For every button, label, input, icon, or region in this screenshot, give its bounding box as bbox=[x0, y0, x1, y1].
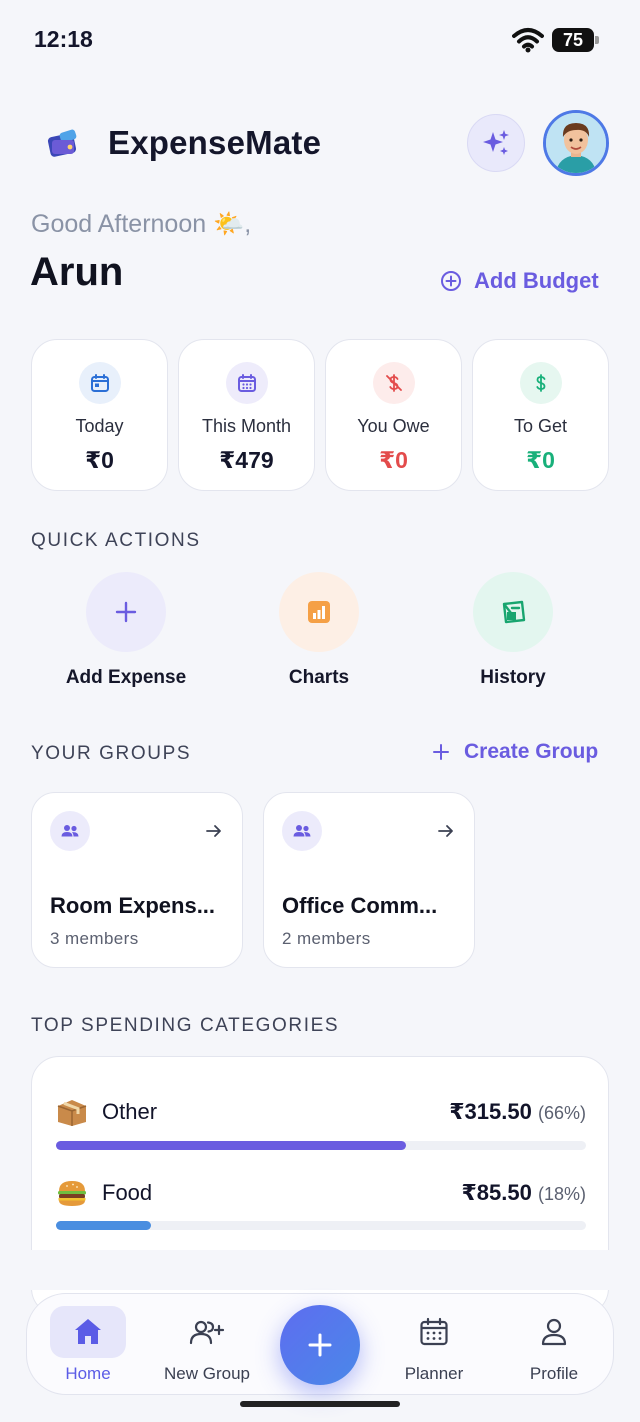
battery-indicator: 75 bbox=[552, 28, 599, 52]
quick-actions-title: QUICK ACTIONS bbox=[31, 530, 201, 551]
history-icon bbox=[502, 600, 526, 624]
nav-item-planner[interactable]: Planner bbox=[379, 1294, 489, 1394]
create-group-button[interactable]: Create Group bbox=[432, 740, 598, 764]
category-name: Food bbox=[102, 1180, 153, 1205]
home-indicator bbox=[240, 1401, 400, 1407]
stat-card-today[interactable]: Today ₹0 bbox=[31, 339, 168, 491]
plus-circle-icon bbox=[441, 271, 461, 291]
add-expense-button[interactable] bbox=[86, 572, 166, 652]
group-card-office[interactable]: Office Comm... 2 members bbox=[263, 792, 475, 968]
stat-label: Today bbox=[75, 416, 124, 436]
add-expense-label[interactable]: Add Expense bbox=[36, 667, 216, 689]
nav-label: Profile bbox=[529, 1364, 579, 1383]
scroll-fade bbox=[0, 1250, 640, 1290]
stat-card-to-get[interactable]: To Get ₹0 bbox=[472, 339, 609, 491]
app-title: ExpenseMate bbox=[108, 124, 322, 161]
dollar-strike-icon bbox=[372, 362, 415, 404]
stat-value: ₹0 bbox=[85, 447, 114, 473]
calendar-grid-icon bbox=[225, 362, 268, 404]
charts-button[interactable] bbox=[279, 572, 359, 652]
category-percent: (18%) bbox=[537, 1184, 586, 1204]
history-button[interactable] bbox=[473, 572, 553, 652]
wallet-logo-icon bbox=[47, 129, 77, 157]
home-icon bbox=[50, 1306, 126, 1358]
group-members-count: 2 members bbox=[282, 929, 371, 948]
chart-icon bbox=[308, 601, 330, 623]
user-avatar-image bbox=[546, 113, 606, 173]
burger-icon bbox=[56, 1178, 90, 1208]
stat-label: This Month bbox=[201, 416, 292, 436]
avatar[interactable] bbox=[543, 110, 609, 176]
add-budget-label: Add Budget bbox=[474, 268, 599, 293]
plus-icon bbox=[308, 1333, 332, 1357]
nav-label: Home bbox=[65, 1364, 111, 1383]
category-progress-fill bbox=[56, 1221, 152, 1230]
arrow-right-icon bbox=[206, 825, 221, 837]
stat-card-this-month[interactable]: This Month ₹479 bbox=[178, 339, 315, 491]
add-fab-button[interactable] bbox=[280, 1305, 360, 1385]
nav-item-home[interactable]: Home bbox=[33, 1294, 143, 1394]
category-progress-fill bbox=[56, 1141, 406, 1150]
category-amount: ₹315.50 (66%) bbox=[449, 1099, 586, 1125]
plus-icon bbox=[115, 601, 137, 623]
charts-label[interactable]: Charts bbox=[229, 667, 409, 689]
sparkles-icon bbox=[483, 130, 509, 155]
nav-item-new-group[interactable]: New Group bbox=[152, 1294, 262, 1394]
top-categories-title: TOP SPENDING CATEGORIES bbox=[31, 1015, 340, 1036]
category-progress-track bbox=[56, 1221, 586, 1230]
add-budget-button[interactable]: Add Budget bbox=[440, 268, 599, 294]
group-name: Room Expens... bbox=[50, 893, 216, 918]
stat-value: ₹479 bbox=[219, 447, 274, 473]
profile-icon bbox=[516, 1306, 592, 1358]
user-name: Arun bbox=[30, 250, 124, 294]
category-amount-value: ₹315.50 bbox=[449, 1099, 532, 1124]
your-groups-title: YOUR GROUPS bbox=[31, 743, 192, 764]
arrow-right-icon bbox=[438, 825, 453, 837]
add-group-icon bbox=[169, 1306, 245, 1358]
calendar-icon bbox=[78, 362, 121, 404]
battery-level: 75 bbox=[562, 30, 584, 50]
group-name: Office Comm... bbox=[282, 893, 438, 918]
ai-assistant-button[interactable] bbox=[467, 114, 525, 172]
nav-label: New Group bbox=[164, 1364, 250, 1383]
plus-icon bbox=[433, 744, 449, 760]
category-name: Other bbox=[102, 1099, 158, 1124]
stat-card-you-owe[interactable]: You Owe ₹0 bbox=[325, 339, 462, 491]
planner-calendar-icon bbox=[396, 1306, 472, 1358]
group-card-room[interactable]: Room Expens... 3 members bbox=[31, 792, 243, 968]
wifi-icon bbox=[512, 28, 544, 53]
status-time: 12:18 bbox=[34, 26, 93, 52]
category-amount: ₹85.50 (18%) bbox=[461, 1180, 586, 1206]
stat-label: You Owe bbox=[357, 416, 430, 436]
category-percent: (66%) bbox=[537, 1103, 586, 1123]
group-members-icon bbox=[282, 811, 322, 851]
stat-value: ₹0 bbox=[526, 447, 555, 473]
dollar-icon bbox=[519, 362, 562, 404]
group-members-count: 3 members bbox=[50, 929, 139, 948]
stat-label: To Get bbox=[513, 416, 568, 436]
nav-label: Planner bbox=[404, 1364, 464, 1383]
stat-value: ₹0 bbox=[379, 447, 408, 473]
group-members-icon bbox=[50, 811, 90, 851]
greeting-text: Good Afternoon 🌤️, bbox=[31, 210, 252, 238]
category-amount-value: ₹85.50 bbox=[461, 1180, 532, 1205]
package-icon bbox=[56, 1097, 90, 1127]
category-progress-track bbox=[56, 1141, 586, 1150]
history-label[interactable]: History bbox=[423, 667, 603, 689]
create-group-label: Create Group bbox=[464, 740, 599, 763]
nav-item-profile[interactable]: Profile bbox=[499, 1294, 609, 1394]
